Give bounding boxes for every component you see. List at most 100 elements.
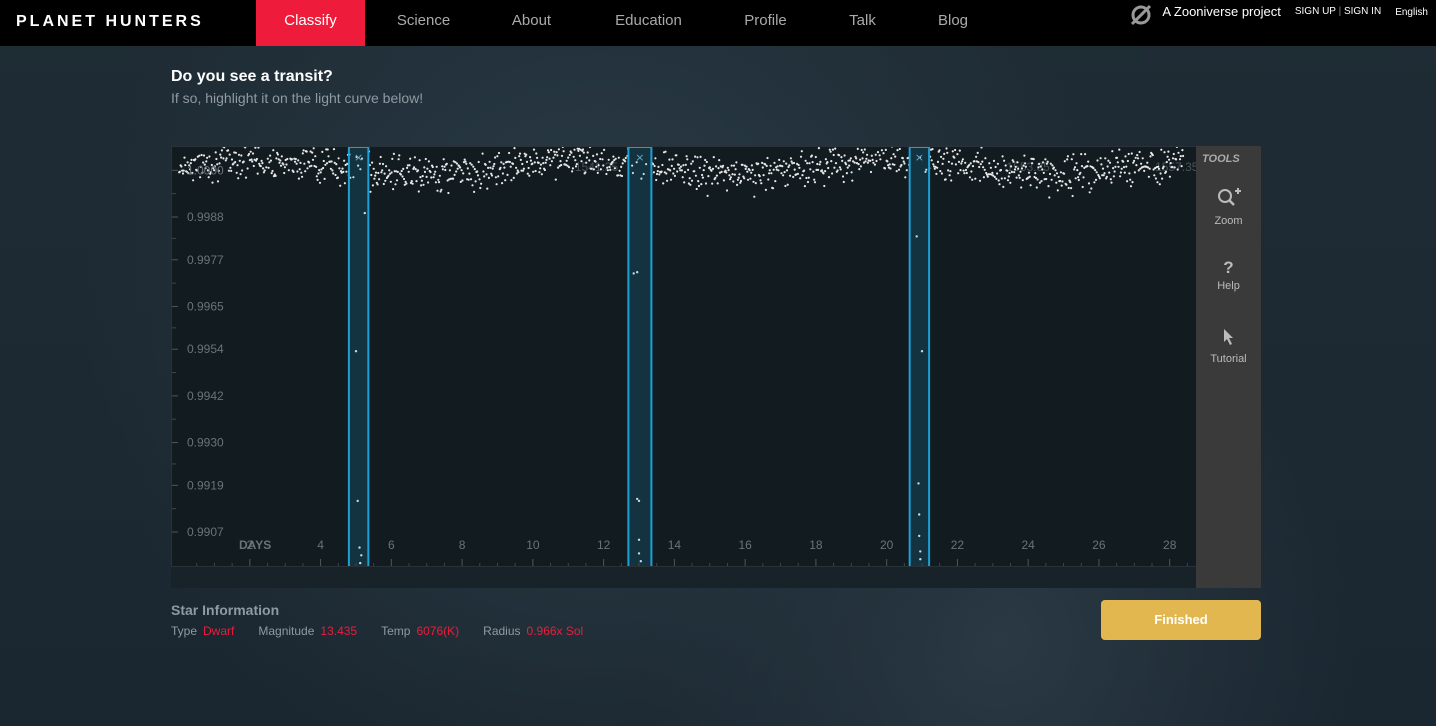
data-point (891, 147, 893, 148)
y-tick-label: 0.9930 (187, 436, 224, 450)
data-point (1070, 158, 1073, 161)
data-point (799, 155, 803, 158)
sign-in-link[interactable]: SIGN IN (1344, 6, 1381, 17)
data-point (394, 183, 397, 186)
data-point (1126, 180, 1129, 183)
data-point (792, 161, 796, 165)
data-point (540, 173, 543, 176)
nav-item-classify[interactable]: Classify (256, 0, 365, 46)
remove-highlight-icon[interactable]: × (635, 151, 644, 164)
data-point (784, 184, 787, 188)
transit-highlights[interactable]: × × × (347, 147, 931, 567)
x-axis-label: DAYS (239, 538, 271, 552)
tutorial-tool-button[interactable]: Tutorial (1196, 328, 1261, 365)
data-point (276, 153, 279, 156)
zooniverse-link[interactable]: A Zooniverse project (1162, 4, 1281, 20)
data-point (399, 173, 402, 176)
data-point (841, 159, 844, 162)
data-point (686, 158, 689, 161)
data-point (1032, 158, 1035, 161)
data-point (411, 182, 414, 185)
nav-item-science[interactable]: Science (365, 0, 482, 46)
data-point (961, 158, 965, 161)
data-point (190, 158, 193, 161)
data-point (254, 147, 257, 149)
help-tool-button[interactable]: ? Help (1196, 258, 1261, 292)
nav-item-talk[interactable]: Talk (815, 0, 910, 46)
data-point (1115, 156, 1119, 159)
data-point (878, 154, 881, 157)
data-point (712, 156, 715, 159)
data-point (272, 149, 275, 152)
data-point (832, 153, 835, 157)
data-point (717, 167, 720, 170)
zoom-tool-button[interactable]: Zoom (1196, 186, 1261, 227)
nav-item-profile[interactable]: Profile (716, 0, 815, 46)
finished-button[interactable]: Finished (1101, 600, 1261, 640)
light-curve-plot[interactable]: 1541.35 1553.35 1557.35 × × × 1.0000 0.9988 0.… (172, 147, 1198, 567)
data-point (963, 172, 966, 175)
data-point (765, 164, 768, 167)
main-nav: Classify Science About Education Profile… (256, 0, 996, 46)
brand-logo[interactable]: PLANET HUNTERS (16, 13, 204, 31)
data-point (336, 176, 339, 179)
data-point (818, 163, 821, 166)
data-point (406, 166, 409, 169)
data-point (345, 170, 348, 173)
zooniverse-logo-icon[interactable] (1130, 4, 1152, 26)
data-point (785, 169, 789, 172)
data-point (513, 147, 516, 150)
data-point (522, 169, 525, 172)
transit-highlight[interactable] (627, 147, 653, 567)
data-point (434, 181, 437, 184)
data-point (1116, 161, 1119, 164)
data-point (945, 147, 948, 150)
data-point (304, 170, 307, 173)
data-point (744, 167, 747, 170)
data-point (388, 169, 391, 172)
data-point (798, 166, 801, 169)
data-point (731, 173, 734, 176)
data-point (776, 165, 779, 168)
data-point (607, 158, 610, 161)
data-point (862, 151, 865, 154)
data-point (442, 158, 445, 161)
data-point (1136, 154, 1139, 157)
remove-highlight-icon[interactable]: × (915, 151, 924, 164)
data-point (595, 153, 599, 156)
data-point (441, 165, 444, 168)
data-point (759, 179, 762, 182)
nav-item-about[interactable]: About (482, 0, 581, 46)
data-point (999, 168, 1003, 172)
data-point (1024, 162, 1027, 165)
data-point (416, 169, 420, 172)
x-tick-label: 14 (668, 538, 682, 552)
data-point (396, 170, 399, 173)
data-point (670, 164, 673, 167)
language-selector[interactable]: English (1395, 4, 1428, 22)
nav-item-blog[interactable]: Blog (910, 0, 996, 46)
nav-item-education[interactable]: Education (581, 0, 716, 46)
data-point (809, 168, 812, 171)
data-point (1171, 157, 1175, 160)
remove-highlight-icon[interactable]: × (354, 151, 363, 164)
data-point (389, 180, 392, 183)
x-tick-label: 20 (880, 538, 894, 552)
data-point (1118, 148, 1121, 151)
transit-highlight[interactable] (908, 147, 931, 567)
data-point (504, 179, 507, 182)
data-point (234, 151, 237, 154)
light-curve-chart[interactable]: 1541.35 1553.35 1557.35 × × × 1.0000 0.9988 0.… (171, 146, 1198, 588)
data-point (838, 154, 841, 157)
sign-up-link[interactable]: SIGN UP (1295, 6, 1336, 17)
data-point (1080, 165, 1084, 168)
data-point (574, 165, 578, 168)
data-point (831, 148, 835, 151)
data-point (1059, 171, 1062, 174)
data-point (546, 156, 549, 159)
data-point (620, 174, 624, 178)
data-point (846, 166, 849, 169)
transit-highlight[interactable] (347, 147, 370, 567)
chart-scrollbar[interactable] (171, 566, 1197, 588)
data-point (897, 168, 901, 171)
